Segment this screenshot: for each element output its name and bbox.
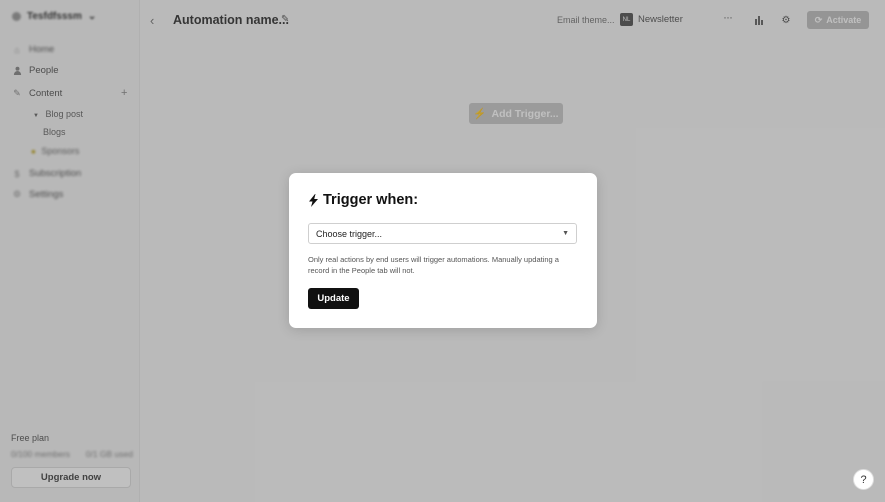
trigger-select-value: Choose trigger... [316,228,383,239]
trigger-modal: Trigger when: Choose trigger... ▼ Only r… [289,173,597,328]
trigger-select[interactable]: Choose trigger... ▼ [308,223,577,244]
lightning-icon [309,193,318,207]
help-button[interactable]: ? [853,469,874,490]
modal-title: Trigger when: [308,192,418,208]
trigger-help-text: Only real actions by end users will trig… [308,255,559,275]
caret-down-icon: ▼ [562,230,569,237]
update-button[interactable]: Update [308,288,359,309]
